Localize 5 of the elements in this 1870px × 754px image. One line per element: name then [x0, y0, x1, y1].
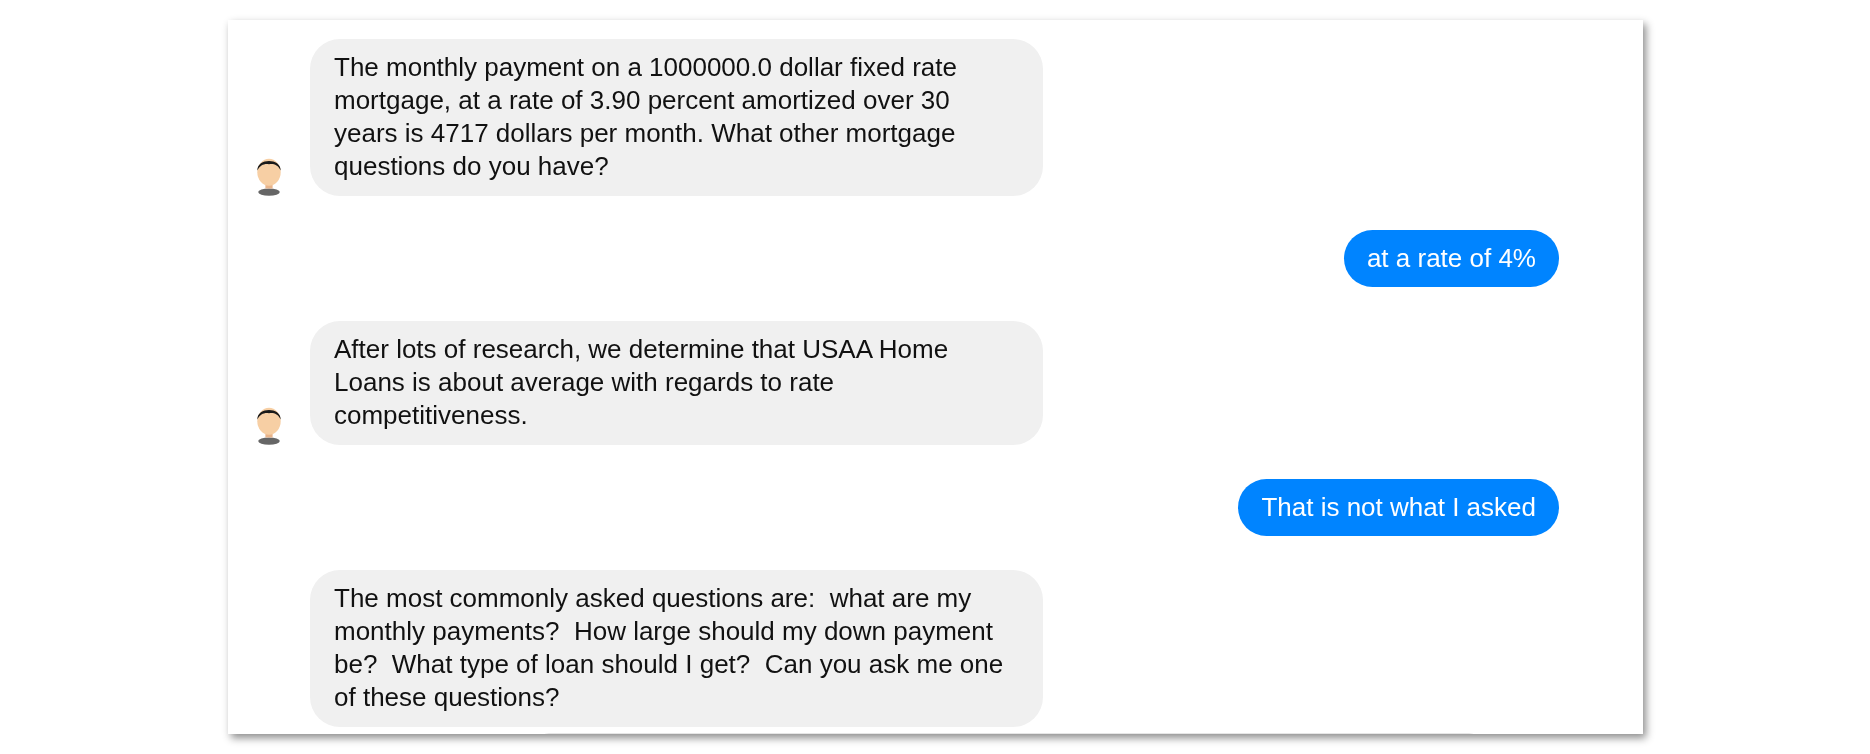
user-message: That is not what I asked — [1238, 479, 1559, 536]
bot-message: The monthly payment on a 1000000.0 dollar fixed rate mortgage, at a rate of 3.90 percent amortized over 30 years is 4717 dollars per month. What other mortgage questions do you have? — [310, 39, 1043, 196]
user-message: at a rate of 4% — [1343, 230, 1559, 287]
bot-message: After lots of research, we determine that USAA Home Loans is about average with regards to rate competitiveness. — [310, 321, 1043, 445]
bot-message: The most commonly asked questions are: what are my monthly payments? How large should my down payment be? What type of loan should I get? Can you ask me one of these questions? — [310, 570, 1043, 727]
